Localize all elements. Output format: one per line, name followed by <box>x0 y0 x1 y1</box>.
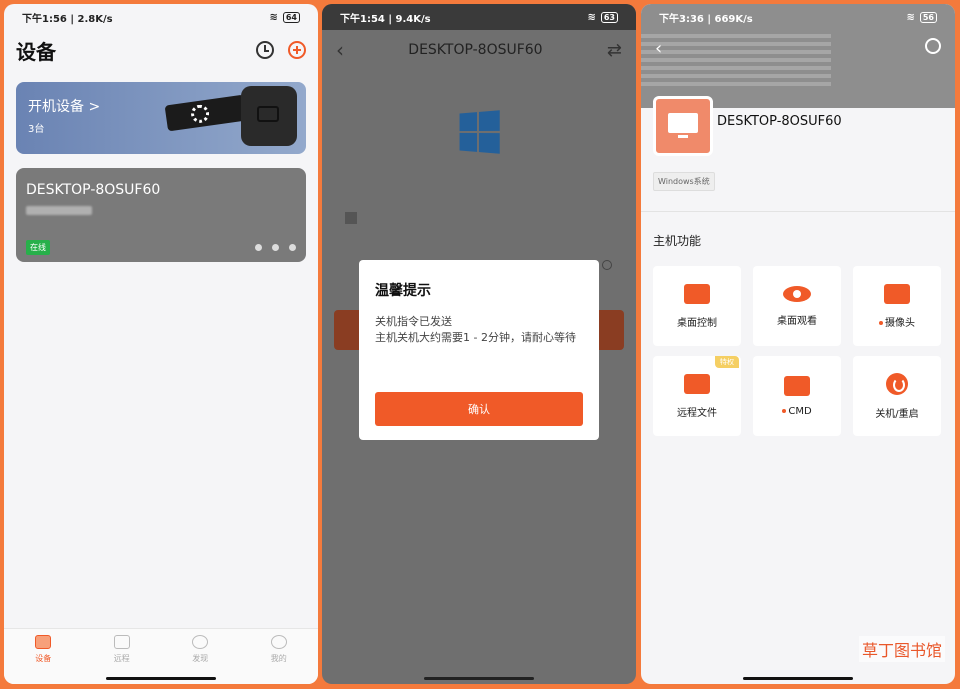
wifi-icon: ≋ <box>906 11 915 23</box>
dialog-title: 温馨提示 <box>375 283 431 299</box>
header-banner: 下午3:36 | 669K/s ≋ 56 ‹ <box>641 4 955 108</box>
desktop-control-icon <box>684 283 710 304</box>
feature-camera[interactable]: 摄像头 <box>853 266 941 346</box>
os-tag: Windows系统 <box>653 172 715 191</box>
pc-device-card[interactable]: DESKTOP-8OSUF60 在线 <box>16 168 306 262</box>
dialog-line-2: 主机关机大约需要1 - 2分钟，请耐心等待 <box>375 331 576 344</box>
tab-devices[interactable]: 设备 <box>35 635 52 684</box>
pc-ip-blurred <box>26 206 92 215</box>
phone-shutdown-dialog-screen: 下午1:54 | 9.4K/s ≋ 63 ‹ DESKTOP-8OSUF60 ⇄… <box>322 4 636 684</box>
windows-icon <box>289 244 296 251</box>
pc-name: DESKTOP-8OSUF60 <box>26 182 161 198</box>
radio-icon <box>602 260 612 270</box>
boot-devices-count: 3台 <box>28 124 45 135</box>
header: ‹ DESKTOP-8OSUF60 ⇄ <box>322 30 636 70</box>
add-device-icon[interactable] <box>288 41 306 59</box>
swap-icon[interactable]: ⇄ <box>607 40 622 61</box>
home-indicator <box>424 677 534 680</box>
phone-devices-screen: 下午1:56 | 2.8K/s ≋ 64 设备 开机设备 > 3台 DESKTO… <box>4 4 318 684</box>
feature-desktop-view[interactable]: 桌面观看 <box>753 266 841 346</box>
page-title: DESKTOP-8OSUF60 <box>408 42 543 58</box>
profile-icon <box>270 635 287 649</box>
status-time: 下午1:54 | 9.4K/s <box>340 13 431 25</box>
folder-icon <box>684 373 710 394</box>
confirm-button[interactable]: 确认 <box>375 392 583 426</box>
battery-icon: 63 <box>600 11 618 23</box>
history-icon[interactable] <box>256 41 274 59</box>
bottom-tab-bar: 设备 远程 发现 我的 <box>4 628 318 684</box>
new-dot <box>782 408 787 413</box>
cmd-icon <box>784 375 810 396</box>
status-badge: 在线 <box>26 240 50 255</box>
tab-me[interactable]: 我的 <box>270 635 287 684</box>
compass-icon <box>192 635 209 649</box>
back-icon[interactable]: ‹ <box>336 38 344 62</box>
device-name: DESKTOP-8OSUF60 <box>717 114 842 129</box>
divider <box>641 211 955 212</box>
home-indicator <box>106 677 216 680</box>
header: 设备 <box>4 30 318 70</box>
battery-icon: 64 <box>282 11 300 23</box>
boot-devices-card[interactable]: 开机设备 > 3台 <box>16 82 306 154</box>
screen-preview <box>641 30 831 100</box>
feature-desktop-control[interactable]: 桌面控制 <box>653 266 741 346</box>
dialog-line-1: 关机指令已发送 <box>375 315 452 328</box>
status-time: 下午1:56 | 2.8K/s <box>22 13 113 25</box>
wifi-icon: ≋ <box>587 11 596 23</box>
home-indicator <box>743 677 853 680</box>
computer-avatar-icon <box>653 96 713 156</box>
status-time: 下午3:36 | 669K/s <box>659 13 753 25</box>
new-dot <box>879 320 883 325</box>
eye-icon <box>783 285 811 302</box>
page-title: 设备 <box>16 39 56 64</box>
watermark: 草丁图书馆 <box>858 636 945 662</box>
wifi-icon: ≋ <box>269 11 278 23</box>
status-bar: 下午1:56 | 2.8K/s ≋ 64 <box>4 4 318 30</box>
devices-icon <box>35 635 52 649</box>
status-bar: 下午3:36 | 669K/s ≋ 56 <box>641 4 955 30</box>
power-icon <box>886 372 908 395</box>
privilege-badge: 特权 <box>715 356 739 368</box>
bell-icon <box>272 244 279 251</box>
feature-cmd[interactable]: CMD <box>753 356 841 436</box>
feature-power[interactable]: 关机/重启 <box>853 356 941 436</box>
phone-host-functions-screen: 下午3:36 | 669K/s ≋ 56 ‹ DESKTOP-8OSUF60 W… <box>641 4 955 684</box>
feature-grid: 桌面控制 桌面观看 摄像头 特权 远程文件 CMD 关机/重启 <box>653 266 941 436</box>
section-title: 主机功能 <box>653 234 702 248</box>
smart-plug-image <box>241 86 297 146</box>
boot-stick-image <box>164 94 248 132</box>
power-icon <box>255 244 262 251</box>
back-icon[interactable]: ‹ <box>655 38 662 59</box>
windows-logo-icon <box>459 110 500 154</box>
remote-icon <box>113 635 130 649</box>
feature-remote-files[interactable]: 特权 远程文件 <box>653 356 741 436</box>
warm-tip-dialog: 温馨提示 关机指令已发送 主机关机大约需要1 - 2分钟，请耐心等待 确认 <box>359 260 599 440</box>
battery-icon: 56 <box>919 11 937 23</box>
boot-devices-label: 开机设备 > <box>28 99 101 115</box>
camera-icon <box>884 283 910 304</box>
settings-icon[interactable] <box>925 38 941 54</box>
status-bar: 下午1:54 | 9.4K/s ≋ 63 <box>322 4 636 30</box>
qr-icon <box>345 212 357 224</box>
